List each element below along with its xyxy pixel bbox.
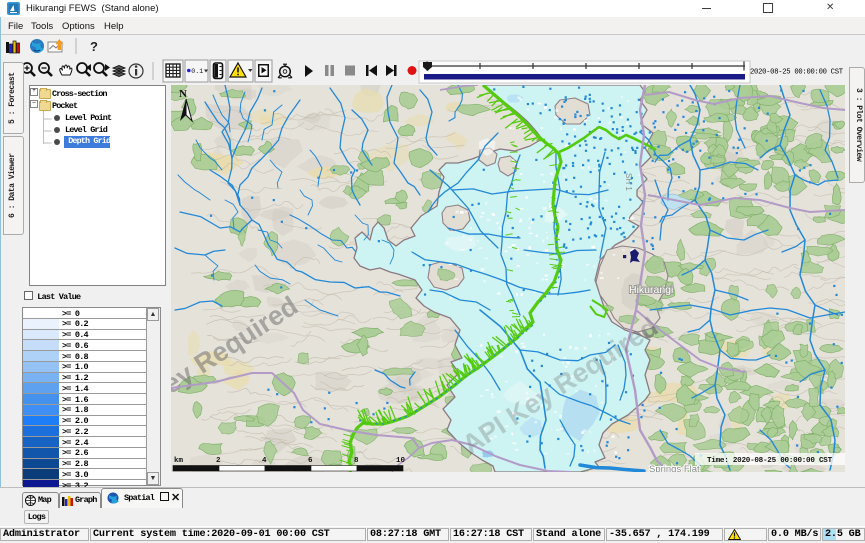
svg-text:2020-08-25 00:00:00 CST: 2020-08-25 00:00:00 CST <box>750 69 844 77</box>
svg-text:0.1: 0.1 <box>191 68 203 75</box>
svg-text:Hikurangi: Hikurangi <box>629 284 673 296</box>
svg-text:km: km <box>174 457 184 465</box>
svg-text:4: 4 <box>262 457 267 465</box>
svg-text:N: N <box>179 88 187 100</box>
svg-text:8: 8 <box>354 457 359 465</box>
svg-text:Springs Flat: Springs Flat <box>649 464 700 472</box>
svg-text:6: 6 <box>308 457 313 465</box>
svg-text:Time: 2020-08-25 00:00:00 CST: Time: 2020-08-25 00:00:00 CST <box>707 457 833 465</box>
svg-text:2: 2 <box>216 457 221 465</box>
svg-text:?: ? <box>90 39 98 54</box>
svg-text:10: 10 <box>396 457 406 465</box>
svg-text:SH 1: SH 1 <box>624 173 633 191</box>
